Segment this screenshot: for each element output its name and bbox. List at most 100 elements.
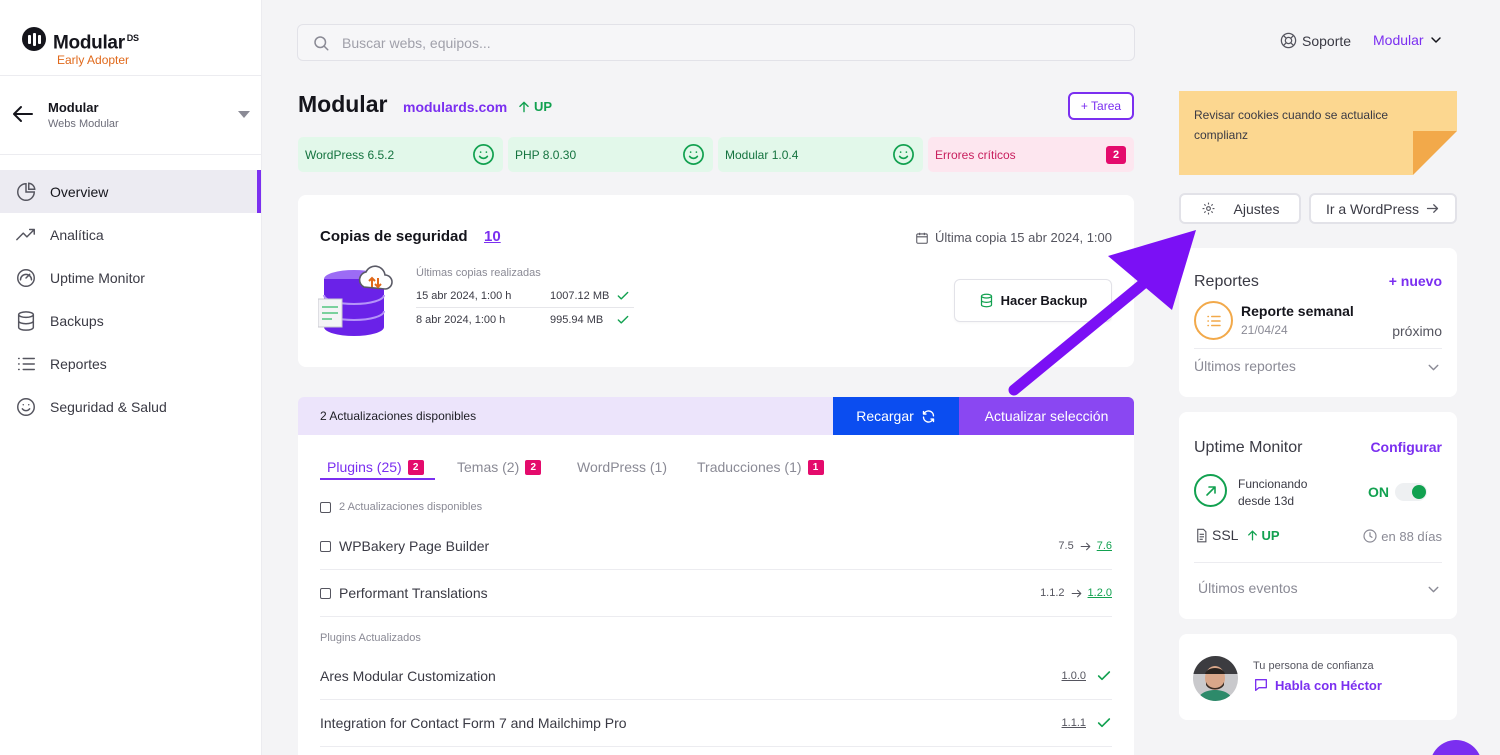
contact-label: Tu persona de confianza bbox=[1253, 660, 1374, 672]
clock-icon bbox=[1363, 529, 1377, 543]
divider bbox=[1194, 562, 1442, 563]
health-chip-modular[interactable]: Modular 1.0.4 bbox=[718, 137, 923, 172]
contact-panel: Tu persona de confianza Habla con Héctor bbox=[1179, 634, 1457, 720]
search-input[interactable] bbox=[342, 34, 1042, 51]
backups-title: Copias de seguridad bbox=[320, 228, 468, 245]
divider bbox=[0, 154, 261, 155]
chat-widget-button[interactable] bbox=[1430, 740, 1482, 755]
tab-badge: 2 bbox=[525, 459, 542, 475]
gear-icon bbox=[1202, 202, 1214, 215]
sidebar-item-overview[interactable]: Overview bbox=[0, 170, 261, 213]
version-link[interactable]: 1.1.1 bbox=[1062, 717, 1086, 729]
settings-label: Ajustes bbox=[1233, 200, 1280, 217]
brand-sup: DS bbox=[126, 33, 139, 43]
tab-temas[interactable]: Temas (2) 2 bbox=[457, 455, 542, 479]
backup-row: 15 abr 2024, 1:00 h 1007.12 MB bbox=[416, 286, 634, 308]
tab-wordpress[interactable]: WordPress (1) bbox=[577, 455, 667, 479]
backups-count-link[interactable]: 10 bbox=[484, 228, 501, 245]
sidebar-item-reportes[interactable]: Reportes bbox=[0, 342, 261, 385]
plugin-checkbox[interactable] bbox=[320, 587, 331, 599]
uptime-toggle[interactable] bbox=[1395, 483, 1427, 501]
make-backup-button[interactable]: Hacer Backup bbox=[954, 279, 1112, 322]
add-task-button[interactable]: + Tarea bbox=[1068, 92, 1134, 120]
page-title: Modular bbox=[298, 91, 388, 117]
health-chip-label: Errores críticos bbox=[935, 147, 1016, 162]
sidebar-item-uptime-monitor[interactable]: Uptime Monitor bbox=[0, 256, 261, 299]
version-to-link[interactable]: 1.2.0 bbox=[1088, 587, 1112, 599]
new-report-link[interactable]: + nuevo bbox=[1389, 273, 1442, 289]
sidebar-item-analitica[interactable]: Analítica bbox=[0, 213, 261, 256]
divider bbox=[0, 75, 261, 76]
brand-tagline: Early Adopter bbox=[57, 53, 130, 68]
sidebar-item-label: Seguridad & Salud bbox=[50, 398, 167, 415]
avatar bbox=[1193, 656, 1238, 701]
health-chip-label: Modular 1.0.4 bbox=[725, 147, 799, 162]
contact-link-label: Habla con Héctor bbox=[1275, 677, 1382, 693]
report-name[interactable]: Reporte semanal bbox=[1241, 303, 1354, 319]
arrow-up-icon bbox=[1248, 530, 1258, 540]
health-chip-errors[interactable]: Errores críticos 2 bbox=[928, 137, 1134, 172]
arrow-right-icon bbox=[1071, 589, 1081, 597]
arrow-up-icon bbox=[519, 101, 529, 112]
refresh-icon bbox=[922, 409, 934, 423]
sticky-note[interactable]: Revisar cookies cuando se actualice comp… bbox=[1179, 91, 1457, 175]
sidebar-item-label: Analítica bbox=[50, 226, 104, 243]
caret-down-icon[interactable] bbox=[238, 111, 250, 118]
plugin-update-row: Performant Translations 1.1.2 1.2.0 bbox=[320, 570, 1112, 617]
brand-name: Modular bbox=[53, 32, 125, 54]
sidebar-item-backups[interactable]: Backups bbox=[0, 299, 261, 342]
pie-chart-icon bbox=[17, 182, 36, 201]
select-all-checkbox[interactable] bbox=[320, 501, 331, 513]
last-copy-info: Última copia 15 abr 2024, 1:00 bbox=[915, 230, 1112, 245]
sidebar-item-label: Overview bbox=[50, 183, 109, 200]
tab-traducciones[interactable]: Traducciones (1) 1 bbox=[697, 455, 824, 479]
ssl-status: SSL UP bbox=[1194, 527, 1280, 543]
settings-button[interactable]: Ajustes bbox=[1179, 193, 1301, 224]
sidebar-item-seguridad[interactable]: Seguridad & Salud bbox=[0, 385, 261, 428]
database-cloud-illustration-icon bbox=[318, 265, 393, 336]
search-icon bbox=[314, 35, 329, 50]
tab-plugins[interactable]: Plugins (25) 2 bbox=[327, 455, 424, 479]
plugin-checkbox[interactable] bbox=[320, 540, 331, 552]
ssl-status-label: UP bbox=[1261, 527, 1280, 543]
team-subtitle: Webs Modular bbox=[48, 118, 119, 130]
go-to-wordpress-button[interactable]: Ir a WordPress bbox=[1309, 193, 1457, 224]
ssl-label: SSL bbox=[1212, 527, 1239, 543]
sticky-note-text: Revisar cookies cuando se actualice comp… bbox=[1194, 108, 1389, 142]
configure-link[interactable]: Configurar bbox=[1370, 439, 1442, 455]
update-selection-button[interactable]: Actualizar selección bbox=[959, 397, 1134, 435]
recent-reports-toggle[interactable]: Últimos reportes bbox=[1194, 358, 1442, 374]
reload-button[interactable]: Recargar bbox=[833, 397, 959, 435]
chevron-down-icon bbox=[1430, 37, 1441, 43]
plugin-name: Integration for Contact Form 7 and Mailc… bbox=[320, 715, 627, 731]
smile-icon bbox=[683, 144, 704, 165]
tab-label: Traducciones (1) bbox=[697, 459, 802, 475]
updated-plugins-heading: Plugins Actualizados bbox=[320, 632, 421, 644]
version-to-link[interactable]: 7.6 bbox=[1097, 540, 1112, 552]
support-link[interactable]: Soporte bbox=[1279, 31, 1351, 50]
health-chip-php[interactable]: PHP 8.0.30 bbox=[508, 137, 713, 172]
modular-logo-icon bbox=[22, 27, 46, 51]
sidebar-item-label: Backups bbox=[50, 312, 104, 329]
site-domain-link[interactable]: modulards.com bbox=[403, 99, 507, 115]
smile-icon bbox=[893, 144, 914, 165]
logo[interactable]: Modular DS Early Adopter bbox=[22, 26, 139, 67]
contact-link[interactable]: Habla con Héctor bbox=[1253, 677, 1382, 693]
version-link[interactable]: 1.0.0 bbox=[1062, 670, 1086, 682]
plugin-name: Ares Modular Customization bbox=[320, 668, 496, 684]
reports-panel: Reportes + nuevo Reporte semanal 21/04/2… bbox=[1179, 248, 1457, 397]
recent-reports-label: Últimos reportes bbox=[1194, 358, 1296, 374]
recent-events-toggle[interactable]: Últimos eventos bbox=[1198, 580, 1442, 596]
sidebar-item-label: Reportes bbox=[50, 355, 107, 372]
plugin-updated-row: Integration for Contact Form 7 and Mailc… bbox=[320, 700, 1112, 747]
database-icon bbox=[17, 310, 35, 331]
chevron-down-icon bbox=[1428, 586, 1439, 593]
version-from: 1.1.2 bbox=[1040, 587, 1065, 599]
make-backup-label: Hacer Backup bbox=[1000, 293, 1088, 308]
plugin-updated-row: Ares Modular Customization 1.0.0 bbox=[320, 653, 1112, 700]
team-selector[interactable]: Modular Webs Modular bbox=[0, 90, 261, 140]
health-chip-wordpress[interactable]: WordPress 6.5.2 bbox=[298, 137, 503, 172]
user-menu[interactable]: Modular bbox=[1373, 32, 1444, 48]
reports-title: Reportes bbox=[1194, 273, 1259, 290]
arrow-left-icon[interactable] bbox=[11, 102, 35, 126]
